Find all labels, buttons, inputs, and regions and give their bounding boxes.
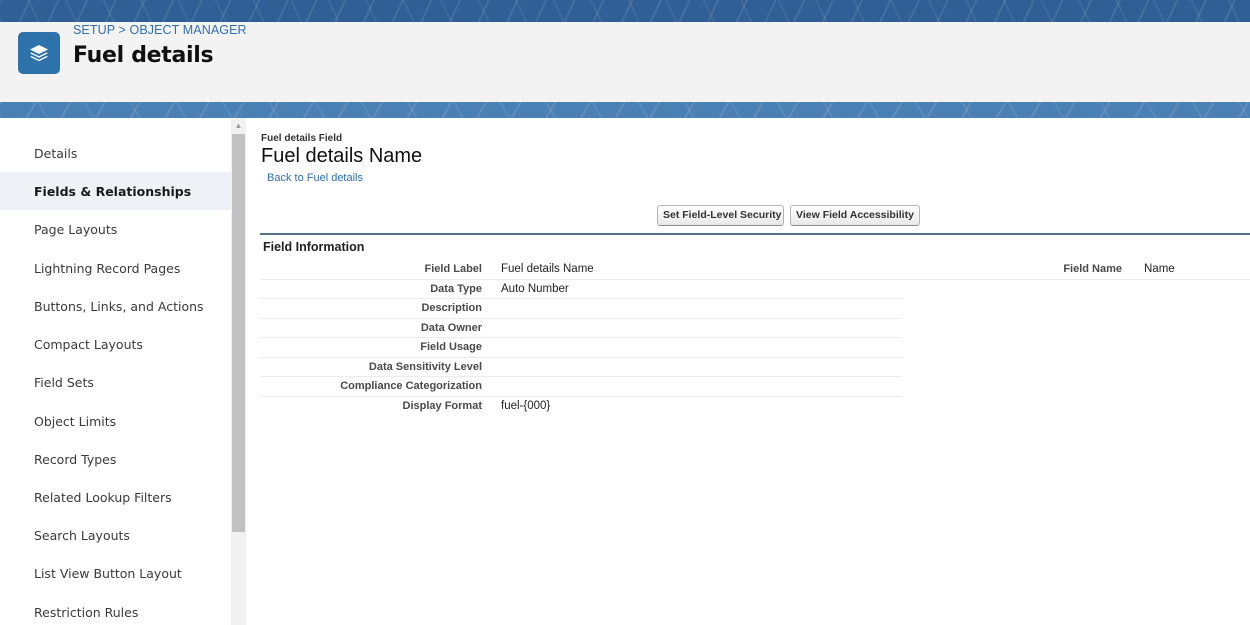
view-field-accessibility-button[interactable]: View Field Accessibility: [790, 205, 920, 226]
sidebar-item-label: Restriction Rules: [34, 604, 139, 620]
sidebar-item-page-layouts[interactable]: Page Layouts: [0, 210, 231, 248]
detail-label: Compliance Categorization: [340, 380, 482, 392]
sidebar-item-search-layouts[interactable]: Search Layouts: [0, 516, 231, 554]
detail-label: Data Sensitivity Level: [368, 360, 482, 373]
detail-row-description: Description: [260, 299, 902, 319]
detail-label: Display Format: [402, 399, 482, 412]
sidebar-item-label: Object Limits: [34, 413, 117, 429]
sidebar-scrollbar[interactable]: ▲: [231, 118, 246, 625]
detail-row-display-format: Display Format fuel-{000}: [260, 397, 902, 417]
set-field-level-security-button[interactable]: Set Field-Level Security: [657, 205, 784, 226]
section-title: Field Information: [263, 240, 365, 254]
secondary-decorative-band: [0, 102, 1250, 118]
sidebar-item-fields-relationships[interactable]: Fields & Relationships: [0, 172, 231, 210]
scroll-up-arrow-icon[interactable]: ▲: [231, 120, 246, 132]
back-to-object-link[interactable]: Back to Fuel details: [267, 172, 363, 184]
detail-row-data-owner: Data Owner: [260, 319, 902, 338]
sidebar-item-label: Page Layouts: [34, 221, 118, 237]
sidebar-item-label: Fields & Relationships: [34, 183, 192, 199]
sidebar-item-list-view-button-layout[interactable]: List View Button Layout: [0, 554, 231, 592]
sidebar: Details Fields & Relationships Page Layo…: [0, 118, 231, 625]
scroll-thumb[interactable]: [232, 134, 245, 532]
breadcrumb[interactable]: SETUP > OBJECT MANAGER: [73, 23, 247, 37]
detail-row-data-sensitivity-level: Data Sensitivity Level: [260, 358, 902, 377]
sidebar-item-compact-layouts[interactable]: Compact Layouts: [0, 325, 231, 363]
detail-label: Field Label: [424, 263, 482, 275]
sidebar-item-label: Related Lookup Filters: [34, 489, 172, 505]
detail-row-data-type: Data Type Auto Number: [260, 280, 902, 299]
sidebar-item-label: Record Types: [34, 451, 117, 467]
detail-value: fuel-{000}: [501, 399, 551, 412]
button-row: Set Field-Level Security View Field Acce…: [246, 205, 1250, 227]
sidebar-item-label: Compact Layouts: [34, 336, 143, 352]
sidebar-item-label: Buttons, Links, and Actions: [34, 298, 204, 314]
sidebar-item-label: Search Layouts: [34, 527, 130, 543]
sidebar-item-label: Lightning Record Pages: [34, 260, 181, 276]
detail-label: Data Type: [430, 282, 482, 295]
detail-label-field-name: Field Name: [1063, 263, 1122, 275]
field-title: Fuel details Name: [261, 145, 423, 167]
sidebar-item-record-types[interactable]: Record Types: [0, 440, 231, 478]
detail-label: Data Owner: [420, 321, 482, 334]
sidebar-item-details[interactable]: Details: [0, 134, 231, 172]
detail-row-compliance-categorization: Compliance Categorization: [260, 377, 902, 397]
sidebar-item-related-lookup-filters[interactable]: Related Lookup Filters: [0, 478, 231, 516]
detail-label: Field Usage: [420, 341, 482, 353]
top-decorative-band: [0, 0, 1250, 22]
sidebar-item-object-limits[interactable]: Object Limits: [0, 402, 231, 440]
sidebar-item-label: List View Button Layout: [34, 565, 182, 581]
sidebar-item-buttons-links-actions[interactable]: Buttons, Links, and Actions: [0, 287, 231, 325]
field-type-eyebrow: Fuel details Field: [261, 133, 343, 144]
sidebar-item-label: Details: [34, 145, 78, 161]
object-header: SETUP > OBJECT MANAGER Fuel details: [0, 22, 1250, 102]
layers-icon: [18, 32, 60, 74]
detail-label: Description: [421, 302, 482, 314]
detail-value-field-name: Name: [1144, 263, 1175, 275]
sidebar-item-field-sets[interactable]: Field Sets: [0, 363, 231, 401]
detail-row-field-usage: Field Usage: [260, 338, 902, 358]
detail-value: Auto Number: [501, 282, 569, 295]
detail-row-field-label: Field Label Fuel details Name Field Name…: [260, 260, 1250, 280]
sidebar-item-restriction-rules[interactable]: Restriction Rules: [0, 593, 231, 625]
object-title: Fuel details: [73, 43, 214, 68]
sidebar-item-label: Field Sets: [34, 374, 94, 390]
detail-value: Fuel details Name: [501, 263, 594, 275]
field-information-section-header: Field Information: [260, 233, 1250, 255]
sidebar-item-lightning-record-pages[interactable]: Lightning Record Pages: [0, 249, 231, 287]
main-content: Fuel details Field Fuel details Name Bac…: [246, 118, 1250, 625]
